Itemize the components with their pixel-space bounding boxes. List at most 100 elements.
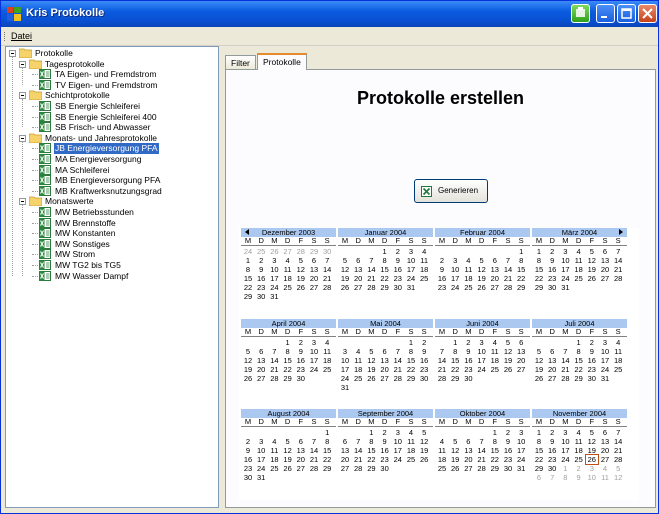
calendar-day[interactable]: 25 [321, 365, 333, 374]
calendar-day[interactable]: 4 [268, 437, 280, 446]
calendar-day[interactable]: 24 [392, 455, 404, 464]
calendar-day[interactable]: 6 [462, 437, 474, 446]
tree-folder[interactable]: Monatswerte [44, 196, 95, 207]
calendar-day[interactable]: 12 [533, 356, 545, 365]
calendar-day[interactable]: 24 [449, 283, 461, 292]
calendar-day[interactable]: 24 [476, 365, 488, 374]
calendar-day[interactable]: 28 [352, 464, 364, 473]
calendar-day[interactable]: 16 [586, 356, 598, 365]
calendar-day[interactable]: 7 [559, 347, 571, 356]
calendar-day[interactable]: 4 [418, 247, 430, 256]
calendar-day[interactable]: 28 [308, 464, 320, 473]
calendar-day[interactable]: 12 [242, 356, 254, 365]
calendar-day[interactable]: 6 [599, 428, 611, 437]
calendar-day[interactable]: 9 [502, 437, 514, 446]
calendar-day[interactable]: 7 [392, 347, 404, 356]
tree-item[interactable]: SB Energie Schleiferei 400 [54, 112, 158, 123]
calendar-day[interactable]: 2 [379, 428, 391, 437]
calendar-day[interactable]: 15 [449, 356, 461, 365]
calendar-day[interactable]: 6 [255, 347, 267, 356]
calendar-day-other-month[interactable]: 4 [599, 464, 611, 473]
calendar-day[interactable]: 3 [392, 428, 404, 437]
calendar-day[interactable]: 15 [533, 446, 545, 455]
calendar-day[interactable]: 20 [255, 365, 267, 374]
calendar-day[interactable]: 20 [515, 356, 527, 365]
calendar-day[interactable]: 29 [533, 283, 545, 292]
calendar-day[interactable]: 12 [339, 265, 351, 274]
calendar-day[interactable]: 15 [365, 446, 377, 455]
calendar-day[interactable]: 24 [515, 455, 527, 464]
title-bar[interactable]: Kris Protokolle [1, 1, 658, 27]
calendar-day[interactable]: 15 [321, 446, 333, 455]
calendar-day[interactable]: 2 [546, 247, 558, 256]
calendar-day[interactable]: 16 [242, 455, 254, 464]
calendar-day[interactable]: 25 [612, 365, 624, 374]
calendar-day[interactable]: 12 [449, 446, 461, 455]
calendar-day[interactable]: 16 [546, 265, 558, 274]
calendar-day[interactable]: 30 [255, 292, 267, 301]
tree-item[interactable]: SB Energie Schleiferei [54, 101, 141, 112]
tree-folder[interactable]: Tagesprotokolle [44, 59, 106, 70]
calendar-day[interactable]: 29 [449, 374, 461, 383]
calendar-day[interactable]: 31 [515, 464, 527, 473]
calendar-day[interactable]: 25 [405, 455, 417, 464]
calendar-day[interactable]: 24 [559, 455, 571, 464]
calendar-day[interactable]: 29 [365, 464, 377, 473]
calendar-day[interactable]: 22 [449, 365, 461, 374]
tray-button[interactable] [571, 4, 590, 23]
calendar-day[interactable]: 24 [559, 274, 571, 283]
calendar-day[interactable]: 2 [295, 338, 307, 347]
calendar-day[interactable]: 22 [242, 283, 254, 292]
tree-item[interactable]: MW Sonstiges [54, 239, 111, 250]
calendar-day[interactable]: 21 [502, 274, 514, 283]
calendar-day[interactable]: 26 [339, 283, 351, 292]
calendar-day[interactable]: 22 [489, 455, 501, 464]
calendar-day[interactable]: 21 [612, 265, 624, 274]
calendar-day[interactable]: 2 [392, 247, 404, 256]
calendar-day[interactable]: 24 [599, 365, 611, 374]
calendar-day[interactable]: 19 [476, 274, 488, 283]
calendar-day[interactable]: 24 [268, 283, 280, 292]
calendar-day[interactable]: 7 [612, 247, 624, 256]
calendar-day[interactable]: 31 [339, 383, 351, 392]
calendar-day[interactable]: 19 [449, 455, 461, 464]
calendar-day[interactable]: 20 [599, 265, 611, 274]
calendar-day[interactable]: 27 [339, 464, 351, 473]
calendar-day[interactable]: 17 [515, 446, 527, 455]
calendar-day[interactable]: 10 [559, 437, 571, 446]
calendar-day[interactable]: 29 [573, 374, 585, 383]
calendar-day[interactable]: 14 [476, 446, 488, 455]
tree-item[interactable]: TA Eigen- und Fremdstrom [54, 69, 157, 80]
calendar-day[interactable]: 20 [546, 365, 558, 374]
tree-toggle[interactable] [19, 60, 26, 68]
calendar-day[interactable]: 10 [449, 265, 461, 274]
calendar-day[interactable]: 28 [502, 283, 514, 292]
calendar-day[interactable]: 13 [462, 446, 474, 455]
calendar-day[interactable]: 2 [436, 256, 448, 265]
calendar-day[interactable]: 18 [268, 455, 280, 464]
calendar-day[interactable]: 10 [268, 265, 280, 274]
calendar-day[interactable]: 22 [515, 274, 527, 283]
calendar-day[interactable]: 27 [546, 374, 558, 383]
calendar-day[interactable]: 8 [449, 347, 461, 356]
calendar-day[interactable]: 13 [489, 265, 501, 274]
tree-item[interactable]: MW Konstanten [54, 228, 116, 239]
calendar-day[interactable]: 1 [533, 428, 545, 437]
calendar-day[interactable]: 30 [502, 464, 514, 473]
calendar-day[interactable]: 9 [242, 446, 254, 455]
calendar-day[interactable]: 26 [365, 374, 377, 383]
calendar-day[interactable]: 7 [612, 428, 624, 437]
calendar-day[interactable]: 27 [489, 283, 501, 292]
calendar-day[interactable]: 9 [418, 347, 430, 356]
calendar-day[interactable]: 21 [476, 455, 488, 464]
calendar-day[interactable]: 28 [268, 374, 280, 383]
calendar-day[interactable]: 13 [515, 347, 527, 356]
calendar-day[interactable]: 8 [405, 347, 417, 356]
calendar-day[interactable]: 29 [282, 374, 294, 383]
calendar-day[interactable]: 27 [352, 283, 364, 292]
calendar-day[interactable]: 11 [489, 347, 501, 356]
calendar-day[interactable]: 19 [339, 274, 351, 283]
tree-toggle[interactable] [19, 134, 26, 142]
calendar-day[interactable]: 19 [282, 455, 294, 464]
calendar-day[interactable]: 25 [573, 274, 585, 283]
